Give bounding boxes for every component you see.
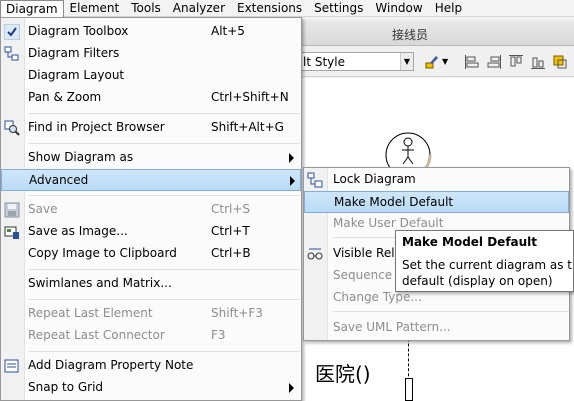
menu-separator [28,299,300,300]
menu-item-label: Snap to Grid [28,380,104,394]
menu-separator [28,195,300,196]
same-size-icon[interactable] [552,54,568,70]
checkmark-icon [4,24,20,40]
menu-item-diagram-filters[interactable]: Diagram Filters [1,43,301,65]
menu-item-label: Repeat Last Element [28,306,153,320]
activation-box[interactable] [405,378,413,401]
menu-item-shortcut: Shift+Alt+G [211,120,284,134]
menu-item-label: Lock Diagram [333,172,416,186]
diagram-tab-strip: 接线员 [300,20,574,46]
menu-item-label: Add Diagram Property Note [28,358,194,372]
tooltip-line: Set the current diagram as the mo [402,258,573,272]
menu-item-label: Save UML Pattern... [333,320,451,334]
menu-item-label: Change Type... [333,290,422,304]
menu-item-lock-diagram[interactable]: Lock Diagram [304,169,569,191]
tooltip: Make Model Default Set the current diagr… [395,230,574,292]
diagram-filters-icon [4,46,19,61]
menu-item-shortcut: Shift+F3 [211,306,263,320]
menu-item-label: Repeat Last Connector [28,328,165,342]
visible-relations-icon [307,248,323,260]
menu-item-label: Visible Rela [333,246,402,260]
property-note-icon [4,359,19,373]
menu-item-save[interactable]: Save Ctrl+S [1,199,301,221]
menu-item-save-as-image[interactable]: Save as Image... Ctrl+T [1,221,301,243]
save-icon [4,202,20,218]
menu-separator [28,113,300,114]
menu-item-shortcut: Ctrl+T [211,224,250,238]
menu-item-label: Diagram Filters [28,46,120,60]
menu-item-label: Show Diagram as [28,150,134,164]
menu-item-pan-zoom[interactable]: Pan & Zoom Ctrl+Shift+N [1,87,301,109]
menu-item-label: Copy Image to Clipboard [28,246,177,260]
menu-separator [333,311,569,312]
menu-item-make-model-default[interactable]: Make Model Default [304,191,569,213]
submenu-arrow-icon [289,383,294,393]
menu-item-save-uml-pattern[interactable]: Save UML Pattern... [304,317,569,339]
tooltip-body: Set the current diagram as the mo defaul… [402,257,573,289]
menu-item-diagram-toolbox[interactable]: Diagram Toolbox Alt+5 [1,21,301,43]
menu-element[interactable]: Element [64,0,126,17]
tooltip-line: default (display on open) [402,274,553,288]
menu-item-label: Swimlanes and Matrix... [28,276,172,290]
menu-item-find-in-project-browser[interactable]: Find in Project Browser Shift+Alt+G [1,117,301,139]
menu-item-label: Advanced [29,173,89,187]
menu-item-label: Make User Default [333,216,444,230]
menu-item-label: Diagram Layout [28,68,125,82]
menu-item-label: Make Model Default [334,195,454,209]
menu-item-label: Save [28,202,58,216]
menu-item-repeat-last-connector[interactable]: Repeat Last Connector F3 [1,325,301,347]
menu-settings[interactable]: Settings [308,0,369,17]
align-left-icon[interactable] [464,54,480,70]
menu-extensions[interactable]: Extensions [231,0,308,17]
style-combo[interactable]: lt Style ▼ [300,52,414,71]
menu-item-label: Pan & Zoom [28,90,102,104]
chevron-down-icon[interactable]: ▼ [442,57,448,66]
menu-item-copy-image-to-clipboard[interactable]: Copy Image to Clipboard Ctrl+B [1,243,301,265]
menu-item-shortcut: F3 [211,328,226,342]
diagram-menu: Diagram Toolbox Alt+5 Diagram Filters Di… [0,17,302,401]
diagram-tab-title[interactable]: 接线员 [392,26,428,43]
lock-diagram-icon [307,172,323,188]
menu-separator [28,269,300,270]
chevron-down-icon[interactable]: ▼ [400,53,413,70]
menu-item-snap-to-grid[interactable]: Snap to Grid [1,377,301,399]
menu-item-repeat-last-element[interactable]: Repeat Last Element Shift+F3 [1,303,301,325]
menu-separator [28,351,300,352]
menu-diagram[interactable]: Diagram [0,0,64,18]
menu-item-label: Diagram Toolbox [28,24,129,38]
diagram-toolbar: lt Style ▼ ▼ [300,47,574,77]
menu-analyzer[interactable]: Analyzer [167,0,231,17]
submenu-arrow-icon [290,176,295,186]
save-image-icon [4,226,19,239]
menu-window[interactable]: Window [369,0,428,17]
align-top-icon[interactable] [508,54,524,70]
style-brush-icon[interactable] [424,54,440,70]
menu-item-shortcut: Ctrl+Shift+N [211,90,289,104]
menu-item-shortcut: Alt+5 [211,24,245,38]
menu-item-diagram-layout[interactable]: Diagram Layout [1,65,301,87]
menu-item-show-diagram-as[interactable]: Show Diagram as [1,147,301,169]
menu-item-label: Find in Project Browser [28,120,165,134]
menu-item-advanced[interactable]: Advanced [1,169,301,191]
menu-item-add-diagram-property-note[interactable]: Add Diagram Property Note [1,355,301,377]
menu-bar: Diagram Element Tools Analyzer Extension… [0,0,574,18]
menu-item-swimlanes-and-matrix[interactable]: Swimlanes and Matrix... [1,273,301,295]
style-combo-value: lt Style [303,55,345,69]
menu-help[interactable]: Help [429,0,468,17]
menu-item-shortcut: Ctrl+S [211,202,251,216]
submenu-arrow-icon [289,153,294,163]
menu-separator [28,143,300,144]
menu-tools[interactable]: Tools [125,0,167,17]
message-label[interactable]: 医院() [315,358,371,387]
menu-item-label: Save as Image... [28,224,128,238]
find-in-browser-icon [4,120,20,136]
align-right-icon[interactable] [486,54,502,70]
align-bottom-icon[interactable] [530,54,546,70]
menu-item-shortcut: Ctrl+B [211,246,251,260]
tooltip-title: Make Model Default [402,235,538,249]
